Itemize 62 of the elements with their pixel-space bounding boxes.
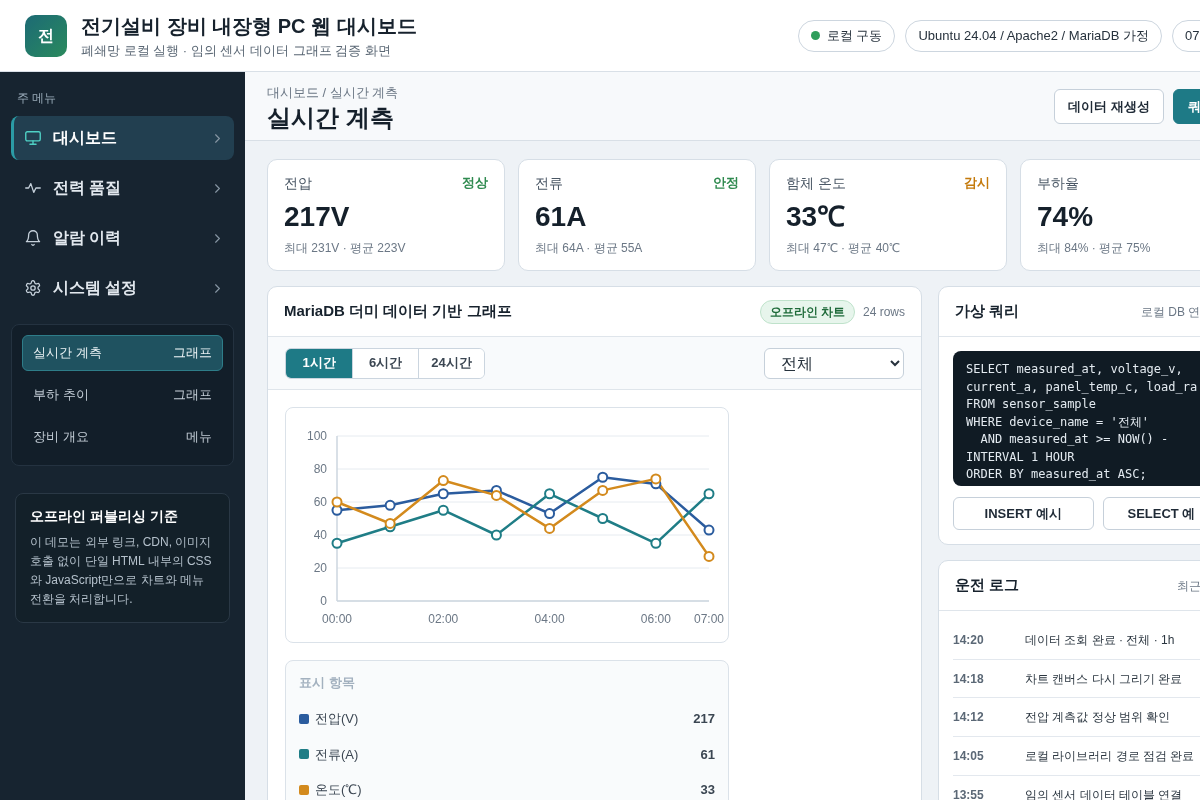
axis-tick-label: 40 [313,528,327,542]
code-block: SELECT measured_at, voltage_v, current_a, panel_temp_c, load_ra FROM sensor_sample WHERE device_name = '전체' AND measured_at >= NOW() - INTERVAL 1 HOUR ORDER BY measured_at ASC; [953,351,1200,486]
legend-label: 온도(℃) [315,781,362,799]
kpi-detail: 최대 47℃ · 평균 40℃ [786,240,902,256]
breadcrumb: 대시보드 / 실시간 계측 [267,84,399,101]
panel-title: MariaDB 더미 데이터 기반 그래프 [284,301,512,322]
log-time: 14:12 [953,709,985,727]
info-title: 오프라인 퍼블리싱 기준 [30,508,179,526]
kpi-label: 부하율 [1037,173,1079,193]
info-tag: Ubuntu 24.04 / Apache2 / MariaDB 가정 [905,19,1162,52]
app-subtitle: 폐쇄망 로컬 실행 · 임의 센서 데이터 그래프 검증 화면 [81,41,392,59]
log-message: 차트 캔버스 다시 그리기 완료 [1025,670,1183,688]
log-time: 14:05 [953,747,985,765]
info-text: 이 데모는 외부 링크, CDN, 이미지 호출 없이 단일 HTML 내부의 CSS와 JavaScript만으로 차트와 메뉴 전환을 처리합니다. [30,534,213,608]
kpi-label: 전류 [535,173,563,193]
log-time: 13:55 [953,786,985,800]
kpi-detail: 최대 231V · 평균 223V [284,240,407,256]
app-title: 전기설비 장비 내장형 PC 웹 대시보드 [81,13,417,39]
app-logo: 전 [25,14,67,57]
kpi-value: 74% [1037,200,1095,234]
log-time: 14:20 [953,631,985,649]
log-message: 로컬 라이브러리 경로 점검 완료 [1025,747,1195,765]
axis-tick-label: 100 [306,429,327,443]
panel-meta: 로컬 DB 연 [1141,303,1200,321]
kpi-value: 61A [535,200,588,234]
legend-label: 전류(A) [315,745,359,764]
panel-title: 가상 쿼리 [955,301,1020,322]
axis-tick-label: 06:00 [640,612,671,626]
log-time: 14:18 [953,670,985,688]
row-count: 24 rows [862,303,905,321]
legend-value: 61 [700,745,715,764]
status-badge: 오프라인 차트 [759,299,855,324]
legend-value: 33 [700,781,715,799]
section-label: 주 메뉴 [16,90,58,106]
kpi-status: 안정 [713,174,739,193]
kpi-status: 정상 [462,174,488,193]
kpi-detail: 최대 64A · 평균 55A [535,240,644,256]
axis-tick-label: 20 [313,561,327,575]
kpi-value: 33℃ [786,200,847,234]
axis-tick-label: 0 [320,594,327,608]
axis-tick-label: 60 [313,495,327,509]
axis-tick-label: 00:00 [322,612,352,626]
axis-tick-label: 02:00 [428,612,459,626]
legend-label: 전압(V) [315,710,359,728]
axis-tick-label: 07:00 [694,612,724,626]
panel-title: 운전 로그 [955,575,1020,596]
kpi-label: 함체 온도 [786,173,846,193]
log-message: 임의 센서 데이터 테이블 연결 [1025,786,1183,800]
axis-tick-label: 04:00 [534,612,565,626]
info-tag: 07 [1172,19,1200,52]
kpi-value: 217V [284,200,351,234]
log-message: 전압 계측값 정상 범위 확인 [1025,709,1171,727]
kpi-status: 감시 [964,174,990,193]
log-message: 데이터 조회 완료 · 전체 · 1h [1025,631,1175,649]
legend-value: 217 [693,710,715,728]
panel-meta: 최근 [1177,577,1200,595]
legend-title: 표시 항목 [299,675,356,691]
status-label: 로컬 구동 [826,26,883,45]
page-title: 실시간 계측 [267,103,395,133]
kpi-label: 전압 [284,173,312,193]
axis-tick-label: 80 [313,462,327,476]
kpi-detail: 최대 84% · 평균 75% [1037,240,1152,256]
